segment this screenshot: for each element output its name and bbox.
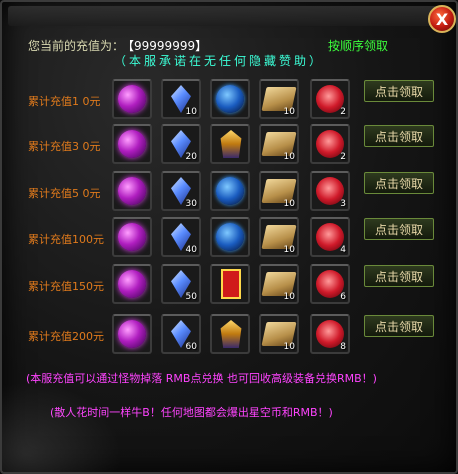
reward-item-slot[interactable]: 30 [161, 171, 201, 211]
reward-item-slot[interactable] [210, 79, 250, 119]
reward-item-slot[interactable]: 10 [259, 79, 299, 119]
reward-item-slot[interactable]: 10 [161, 79, 201, 119]
item-count: 10 [283, 292, 295, 302]
reward-tier-label: 累计充值1 0元 [28, 95, 101, 108]
item-count: 3 [340, 199, 346, 209]
reward-item-slot[interactable] [112, 314, 152, 354]
purple-orb-icon [118, 270, 146, 298]
reward-item-slot[interactable]: 3 [310, 171, 350, 211]
item-count: 50 [185, 292, 197, 302]
current-recharge-label: 您当前的充值为： [28, 39, 125, 53]
reward-item-slot[interactable]: 20 [161, 124, 201, 164]
item-count: 6 [340, 292, 346, 302]
purple-orb-icon [118, 223, 146, 251]
reward-row-5: 累计充值150元 50 10 6 点击领取 [2, 264, 458, 308]
title-bar [8, 6, 450, 26]
item-count: 10 [283, 245, 295, 255]
claim-button[interactable]: 点击领取 [364, 265, 434, 287]
purple-orb-icon [118, 320, 146, 348]
item-count: 8 [340, 342, 346, 352]
claim-button[interactable]: 点击领取 [364, 172, 434, 194]
purple-orb-icon [118, 130, 146, 158]
reward-item-slot[interactable]: 2 [310, 79, 350, 119]
reward-item-slot[interactable]: 8 [310, 314, 350, 354]
reward-item-slot[interactable] [112, 217, 152, 257]
reward-tier-label: 累计充值5 0元 [28, 187, 101, 200]
blue-sphere-icon [216, 85, 244, 113]
reward-item-slot[interactable] [112, 171, 152, 211]
reward-item-slot[interactable]: 10 [259, 217, 299, 257]
purple-orb-icon [118, 85, 146, 113]
reward-item-slot[interactable] [210, 217, 250, 257]
item-count: 10 [185, 107, 197, 117]
ink-decoration [2, 382, 122, 472]
item-count: 20 [185, 152, 197, 162]
blue-sphere-icon [216, 177, 244, 205]
reward-item-slot[interactable]: 60 [161, 314, 201, 354]
gold-helmet-icon [220, 320, 242, 348]
reward-row-6: 累计充值200元 60 10 8 点击领取 [2, 314, 458, 358]
reward-row-4: 累计充值100元 40 10 4 点击领取 [2, 217, 458, 261]
reward-item-slot[interactable]: 10 [259, 314, 299, 354]
item-count: 30 [185, 199, 197, 209]
close-button[interactable]: X [428, 5, 456, 33]
reward-item-slot[interactable]: 50 [161, 264, 201, 304]
claim-button[interactable]: 点击领取 [364, 125, 434, 147]
reward-tier-label: 累计充值200元 [28, 330, 104, 343]
reward-item-slot[interactable]: 40 [161, 217, 201, 257]
reward-tier-label: 累计充值3 0元 [28, 140, 101, 153]
reward-item-slot[interactable]: 10 [259, 124, 299, 164]
reward-item-slot[interactable]: 10 [259, 264, 299, 304]
item-count: 4 [340, 245, 346, 255]
purple-orb-icon [118, 177, 146, 205]
reward-item-slot[interactable] [210, 314, 250, 354]
claim-button[interactable]: 点击领取 [364, 315, 434, 337]
item-count: 40 [185, 245, 197, 255]
reward-item-slot[interactable] [112, 79, 152, 119]
reward-item-slot[interactable]: 4 [310, 217, 350, 257]
reward-item-slot[interactable]: 6 [310, 264, 350, 304]
current-recharge-value: 【99999999】 [128, 39, 208, 53]
item-count: 2 [340, 152, 346, 162]
item-count: 10 [283, 342, 295, 352]
reward-item-slot[interactable] [210, 264, 250, 304]
reward-item-slot[interactable] [210, 124, 250, 164]
reward-row-2: 累计充值3 0元 20 10 2 点击领取 [2, 124, 458, 168]
red-card-icon [221, 269, 241, 299]
claim-in-order-link[interactable]: 按顺序领取 [328, 37, 388, 54]
reward-row-3: 累计充值5 0元 30 10 3 点击领取 [2, 171, 458, 215]
claim-button[interactable]: 点击领取 [364, 218, 434, 240]
gold-helmet-icon [220, 130, 242, 158]
item-count: 60 [185, 342, 197, 352]
reward-item-slot[interactable] [112, 264, 152, 304]
reward-item-slot[interactable] [112, 124, 152, 164]
item-count: 2 [340, 107, 346, 117]
reward-item-slot[interactable]: 10 [259, 171, 299, 211]
item-count: 10 [283, 199, 295, 209]
close-icon: X [435, 9, 449, 29]
promise-text: （本服承诺在无任何隐藏赞助） [114, 54, 325, 68]
recharge-reward-panel: X 您当前的充值为： 【99999999】 按顺序领取 （本服承诺在无任何隐藏赞助… [0, 0, 458, 474]
reward-item-slot[interactable]: 2 [310, 124, 350, 164]
reward-row-1: 累计充值1 0元 10 10 2 点击领取 [2, 79, 458, 123]
reward-item-slot[interactable] [210, 171, 250, 211]
blue-sphere-icon [216, 223, 244, 251]
item-count: 10 [283, 107, 295, 117]
claim-button[interactable]: 点击领取 [364, 80, 434, 102]
reward-tier-label: 累计充值100元 [28, 233, 104, 246]
item-count: 10 [283, 152, 295, 162]
reward-tier-label: 累计充值150元 [28, 280, 104, 293]
